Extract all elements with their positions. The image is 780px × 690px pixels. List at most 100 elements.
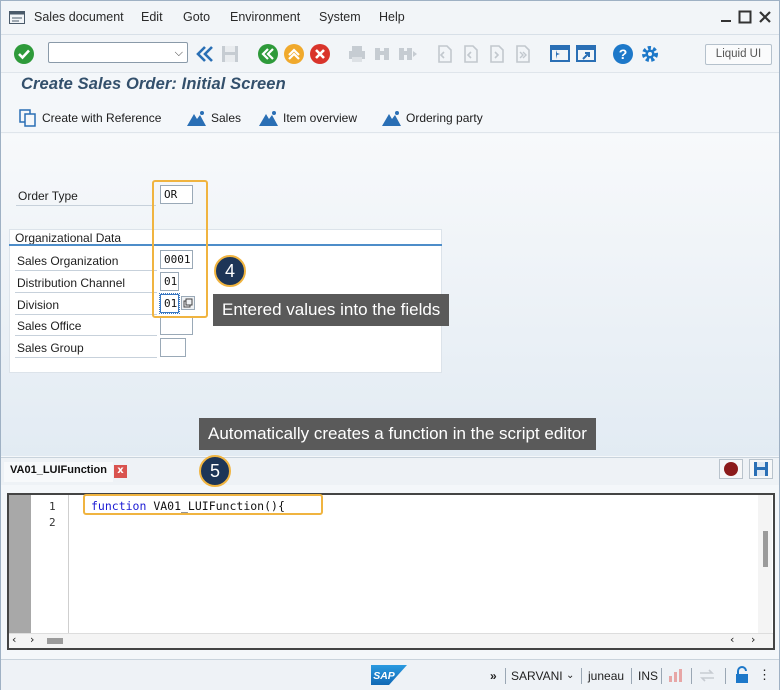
application-toolbar: Create with Reference Sales Item overvie… [1, 101, 779, 133]
chevron-down-icon[interactable]: ⌵ [175, 46, 183, 60]
next-page-icon[interactable] [485, 43, 507, 65]
script-editor[interactable]: 1 2 function VA01_LUIFunction(){ ‹ › ‹ › [7, 493, 775, 650]
item-overview-button[interactable]: Item overview [259, 109, 357, 127]
close-window-icon[interactable] [758, 10, 772, 24]
lock-icon[interactable] [734, 666, 750, 684]
sales-office-input[interactable] [160, 316, 193, 335]
connection-icon [700, 669, 714, 682]
create-with-reference-label: Create with Reference [42, 111, 162, 125]
sap-logo: SAP [371, 665, 407, 685]
label-underline [15, 270, 157, 271]
svg-text:?: ? [619, 46, 628, 62]
status-insert-mode[interactable]: INS [638, 669, 658, 683]
back-double-icon[interactable] [194, 43, 216, 65]
app-menu-icon[interactable] [9, 11, 25, 24]
ordering-party-label: Ordering party [406, 111, 483, 125]
shortcut-icon[interactable] [575, 43, 597, 65]
label-underline [16, 205, 156, 206]
mountain-icon [187, 111, 206, 126]
step-4-callout: Entered values into the fields [213, 294, 450, 326]
command-field[interactable]: ⌵ [48, 42, 188, 63]
copy-document-icon [19, 109, 36, 127]
status-bar: SAP » SARVANI ⌄ juneau INS ⋮ [1, 659, 779, 690]
status-separator [581, 668, 582, 684]
save-script-icon[interactable] [749, 459, 773, 479]
label-underline [15, 335, 157, 336]
new-session-icon[interactable] [549, 43, 571, 65]
scroll-right-icon[interactable]: › [30, 633, 34, 646]
page-title: Create Sales Order: Initial Screen [21, 75, 286, 93]
back-icon[interactable] [257, 43, 279, 65]
status-separator [661, 668, 662, 684]
sales-office-label: Sales Office [17, 319, 82, 333]
close-tab-icon[interactable]: x [114, 465, 127, 478]
performance-icon [669, 669, 682, 682]
menu-sales-document[interactable]: Sales document [34, 10, 124, 24]
horizontal-scrollbar[interactable]: ‹ › ‹ › [9, 633, 773, 648]
item-overview-label: Item overview [283, 111, 358, 125]
first-page-icon[interactable] [433, 43, 455, 65]
menu-bar: Sales document Edit Goto Environment Sys… [1, 1, 779, 35]
last-page-icon[interactable] [511, 43, 533, 65]
system-toolbar: ⌵ ? Liquid UI [1, 35, 779, 73]
status-separator [691, 668, 692, 684]
ordering-party-button[interactable]: Ordering party [382, 109, 483, 127]
menu-environment[interactable]: Environment [230, 10, 300, 24]
vertical-scrollbar[interactable] [758, 495, 772, 635]
liquid-ui-button[interactable]: Liquid UI [705, 44, 772, 65]
sales-group-input[interactable] [160, 338, 186, 357]
enter-check-icon[interactable] [13, 43, 35, 65]
record-icon[interactable] [719, 459, 743, 479]
status-separator [505, 668, 506, 684]
find-next-icon[interactable] [396, 43, 418, 65]
status-more-icon[interactable]: ⋮ [758, 667, 771, 683]
sap-logo-text: SAP [373, 670, 396, 682]
find-icon[interactable] [371, 43, 393, 65]
help-icon[interactable]: ? [612, 43, 634, 65]
editor-tab-va01-luifunction[interactable]: VA01_LUIFunction [4, 462, 113, 482]
menu-edit[interactable]: Edit [141, 10, 163, 24]
label-underline [15, 357, 157, 358]
sales-group-label: Sales Group [17, 341, 84, 355]
save-icon[interactable] [219, 43, 241, 65]
scroll-right-end-icon[interactable]: › [751, 633, 755, 646]
settings-icon[interactable] [639, 43, 661, 65]
status-separator [725, 668, 726, 684]
print-icon[interactable] [346, 43, 368, 65]
maximize-icon[interactable] [738, 10, 752, 24]
sales-label: Sales [211, 111, 242, 125]
status-separator [631, 668, 632, 684]
order-type-label: Order Type [18, 189, 78, 203]
menu-goto[interactable]: Goto [183, 10, 210, 24]
step-5-badge: 5 [199, 455, 231, 487]
step-5-callout: Automatically creates a function in the … [199, 418, 596, 450]
horizontal-scroll-thumb[interactable] [47, 638, 63, 644]
exit-icon[interactable] [283, 43, 305, 65]
line-number: 1 [49, 500, 56, 513]
cancel-icon[interactable] [309, 43, 331, 65]
status-client: juneau [588, 669, 625, 683]
scroll-left-icon[interactable]: ‹ [12, 633, 16, 646]
scroll-left-end-icon[interactable]: ‹ [730, 633, 734, 646]
gutter-margin [9, 495, 31, 635]
step-4-badge: 4 [214, 255, 246, 287]
prev-page-icon[interactable] [459, 43, 481, 65]
organizational-data-title: Organizational Data [15, 231, 122, 245]
status-user[interactable]: SARVANI [511, 669, 563, 683]
highlight-generated-function [83, 494, 323, 515]
user-dropdown-icon[interactable]: ⌄ [566, 670, 574, 681]
menu-help[interactable]: Help [379, 10, 405, 24]
create-with-reference-button[interactable]: Create with Reference [19, 109, 161, 127]
division-label: Division [17, 298, 60, 312]
status-expand-icon[interactable]: » [490, 669, 497, 683]
mountain-icon [382, 111, 401, 126]
minimize-icon[interactable] [719, 10, 733, 24]
distribution-channel-label: Distribution Channel [17, 276, 126, 290]
menu-system[interactable]: System [319, 10, 361, 24]
sales-button[interactable]: Sales [187, 109, 241, 127]
vertical-scroll-thumb[interactable] [763, 531, 768, 567]
mountain-icon [259, 111, 278, 126]
label-underline [15, 292, 157, 293]
line-number: 2 [49, 516, 56, 529]
group-title-line [9, 244, 442, 246]
